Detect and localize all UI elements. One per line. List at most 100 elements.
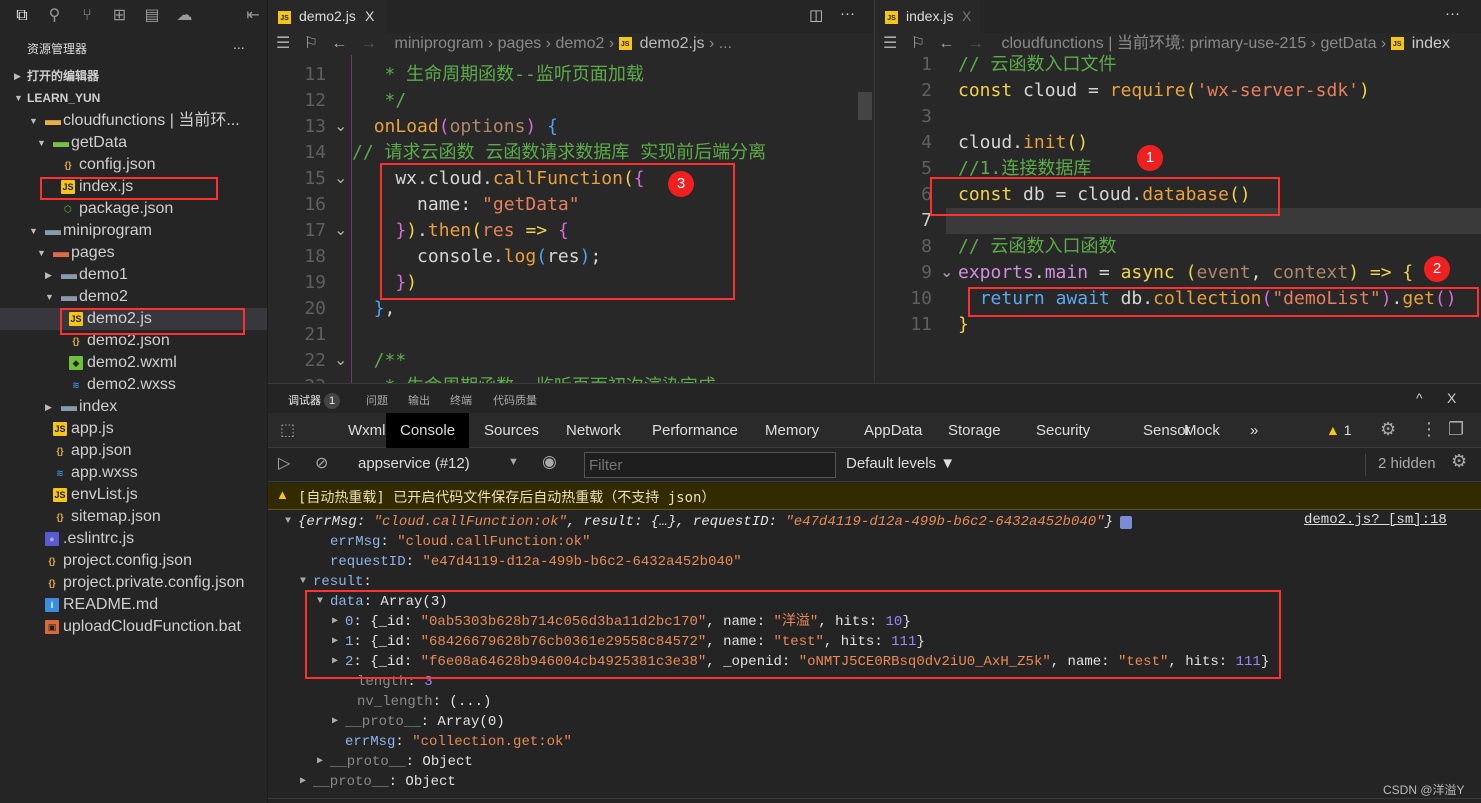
console-entry[interactable]: 2: {_id: "f6e08a64628b946004cb4925381c3e…	[345, 652, 1269, 672]
breadcrumb-item[interactable]: getData	[1320, 35, 1376, 52]
tree-item-demo2-wxml[interactable]: ◆ demo2.wxml	[0, 352, 267, 374]
expand-down-icon[interactable]: ▼	[285, 512, 291, 532]
expand-right-icon[interactable]: ▶	[332, 652, 338, 672]
outline-icon[interactable]: ☰	[276, 35, 290, 52]
more-vertical-icon[interactable]: ⋮	[1420, 419, 1438, 440]
breadcrumb-item[interactable]: demo2	[555, 35, 604, 52]
hidden-count[interactable]: 2 hidden	[1378, 455, 1436, 472]
more-actions-icon[interactable]: ···	[840, 5, 855, 22]
breadcrumb-item[interactable]: demo2.js	[640, 35, 705, 52]
breadcrumb-item[interactable]: pages	[498, 35, 542, 52]
tree-item-uploadcloudfunction-bat[interactable]: ▣ uploadCloudFunction.bat	[0, 616, 267, 638]
search-icon[interactable]: ⚲	[45, 6, 65, 26]
info-icon[interactable]	[1120, 516, 1132, 529]
warnings-counter[interactable]: ▲ 1	[1326, 422, 1352, 438]
more-actions-icon[interactable]: ···	[1445, 5, 1460, 22]
panel-tab-problems[interactable]: 问题	[366, 392, 388, 408]
devtools-tab-appdata[interactable]: AppData	[850, 413, 936, 448]
console-settings-icon[interactable]: ⚙	[1451, 451, 1467, 472]
devtools-tab-sources[interactable]: Sources	[470, 413, 553, 448]
storage-icon[interactable]: ▤	[142, 6, 162, 26]
panel-tab-code-quality[interactable]: 代码质量	[493, 392, 537, 408]
extensions-icon[interactable]: ⊞	[110, 6, 130, 26]
inspect-element-icon[interactable]: ⬚	[280, 420, 295, 440]
tree-item-demo2[interactable]: ▼ ▬ demo2	[0, 286, 267, 308]
expand-right-icon[interactable]: ▶	[332, 612, 338, 632]
tree-item-pages[interactable]: ▼ ▬ pages	[0, 242, 267, 264]
tree-item-project-private-config-json[interactable]: {} project.private.config.json	[0, 572, 267, 594]
tree-item-index[interactable]: ▶ ▬ index	[0, 396, 267, 418]
back-arrow-icon[interactable]: ←	[331, 35, 347, 52]
fold-chevron-icon[interactable]: ⌄	[334, 116, 347, 136]
tree-item-index-js[interactable]: JS index.js	[0, 176, 267, 198]
breadcrumb-item[interactable]: index	[1412, 35, 1450, 52]
fold-chevron-icon[interactable]: ⌄	[334, 350, 347, 370]
tree-item-readme-md[interactable]: i README.md	[0, 594, 267, 616]
expand-right-icon[interactable]: ▶	[300, 772, 306, 792]
close-tab-icon[interactable]: X	[962, 0, 971, 33]
forward-arrow-icon[interactable]: →	[361, 35, 377, 52]
close-tab-icon[interactable]: X	[365, 0, 374, 33]
panel-tab-terminal[interactable]: 终端	[450, 392, 472, 408]
breadcrumb-item[interactable]: cloudfunctions | 当前环境: primary-use-215	[1002, 35, 1307, 52]
console-entry[interactable]: __proto__: Object	[313, 772, 456, 792]
split-editor-icon[interactable]: ◫	[809, 6, 823, 24]
fold-chevron-icon[interactable]: ⌄	[334, 220, 347, 240]
expand-down-icon[interactable]: ▼	[317, 592, 323, 612]
close-panel-icon[interactable]: X	[1447, 390, 1456, 406]
tree-item-envlist-js[interactable]: JS envList.js	[0, 484, 267, 506]
tree-item-demo2-js[interactable]: JS demo2.js	[0, 308, 267, 330]
forward-arrow-icon[interactable]: →	[968, 35, 984, 52]
devtools-tab-network[interactable]: Network	[552, 413, 635, 448]
console-entry[interactable]: 0: {_id: "0ab5303b628b714c056d3ba11d2bc1…	[345, 612, 911, 632]
settings-gear-icon[interactable]: ⚙	[1380, 419, 1396, 440]
filter-input[interactable]	[584, 452, 836, 478]
back-arrow-icon[interactable]: ←	[938, 35, 954, 52]
panel-tab-output[interactable]: 输出	[408, 392, 430, 408]
console-entry[interactable]: __proto__: Object	[330, 752, 473, 772]
tree-item-getdata[interactable]: ▼ ▬ getData	[0, 132, 267, 154]
scrollbar-thumb[interactable]	[858, 92, 872, 120]
tree-item-app-js[interactable]: JS app.js	[0, 418, 267, 440]
more-actions-button[interactable]: ...	[233, 36, 245, 52]
expand-right-icon[interactable]: ▶	[332, 712, 338, 732]
devtools-tab-console[interactable]: Console	[386, 413, 470, 448]
sidebar-toggle-icon[interactable]: ▷	[278, 453, 290, 473]
tree-item-package-json[interactable]: ⬡ package.json	[0, 198, 267, 220]
source-location-link[interactable]: demo2.js? [sm]:18	[1304, 512, 1447, 528]
tab-index-js[interactable]: JS index.js X	[875, 0, 980, 33]
tree-item-config-json[interactable]: {} config.json	[0, 154, 267, 176]
fold-chevron-icon[interactable]: ⌄	[940, 262, 953, 282]
dock-side-icon[interactable]: ❐	[1448, 419, 1464, 440]
clear-console-icon[interactable]: ⊘	[315, 453, 328, 473]
collapse-sidebar-icon[interactable]: ⇤	[243, 6, 263, 26]
tree-item-project-config-json[interactable]: {} project.config.json	[0, 550, 267, 572]
fold-chevron-icon[interactable]: ⌄	[334, 168, 347, 188]
console-entry[interactable]: result:	[313, 572, 372, 592]
tree-item-cloudfunctions[interactable]: ▼ ▬ cloudfunctions | 当前环...	[0, 110, 267, 132]
bookmark-icon[interactable]: ⚐	[911, 35, 925, 52]
log-levels-dropdown[interactable]: Default levels ▼	[846, 455, 955, 472]
tree-item-app-json[interactable]: {} app.json	[0, 440, 267, 462]
tree-item-eslintrc-js[interactable]: ● .eslintrc.js	[0, 528, 267, 550]
devtools-tab-more[interactable]: »	[1236, 413, 1272, 448]
eye-icon[interactable]: ◉	[542, 452, 557, 472]
tree-item-demo2-json[interactable]: {} demo2.json	[0, 330, 267, 352]
breadcrumb-item[interactable]: miniprogram	[395, 35, 484, 52]
tree-item-demo1[interactable]: ▶ ▬ demo1	[0, 264, 267, 286]
devtools-tab-performance[interactable]: Performance	[638, 413, 752, 448]
docker-icon[interactable]: ☁	[175, 6, 195, 26]
tree-item-sitemap-json[interactable]: {} sitemap.json	[0, 506, 267, 528]
tree-item-miniprogram[interactable]: ▼ ▬ miniprogram	[0, 220, 267, 242]
console-entry[interactable]: 1: {_id: "68426679628b76cb0361e29558c845…	[345, 632, 925, 652]
devtools-tab-security[interactable]: Security	[1022, 413, 1104, 448]
outline-icon[interactable]: ☰	[883, 35, 897, 52]
console-entry[interactable]: __proto__: Array(0)	[345, 712, 505, 732]
context-selector[interactable]: appservice (#12)	[358, 455, 470, 472]
devtools-tab-memory[interactable]: Memory	[751, 413, 833, 448]
expand-down-icon[interactable]: ▼	[300, 572, 306, 592]
console-entry[interactable]: data: Array(3)	[330, 592, 448, 612]
source-control-icon[interactable]: ⑂	[77, 6, 97, 26]
console-entry[interactable]: {errMsg: "cloud.callFunction:ok", result…	[298, 512, 1113, 532]
files-icon[interactable]: ⧉	[12, 6, 32, 26]
